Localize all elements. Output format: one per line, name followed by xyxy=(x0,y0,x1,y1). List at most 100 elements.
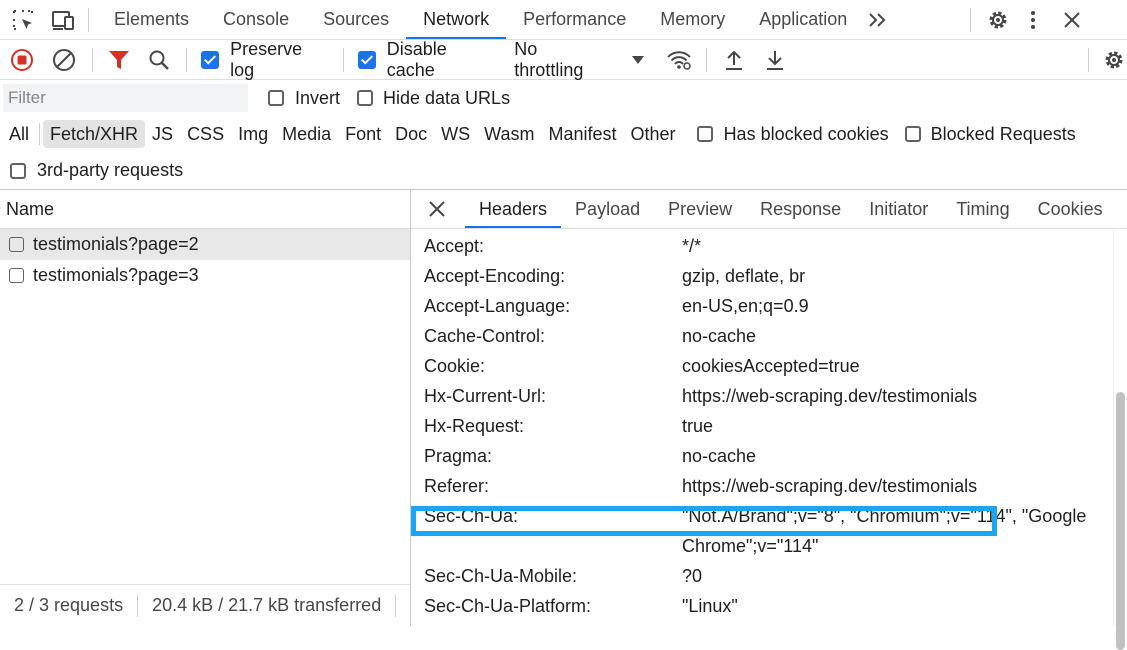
filter-funnel-icon[interactable] xyxy=(107,48,131,72)
header-row: Accept-Language: en-US,en;q=0.9 xyxy=(411,291,1112,321)
header-row: Accept: */* xyxy=(411,231,1112,261)
type-css[interactable]: CSS xyxy=(180,120,231,148)
header-name: Sec-Ch-Ua-Platform: xyxy=(424,596,592,616)
header-value: https://web-scraping.dev/testimonials xyxy=(682,386,978,406)
close-detail-icon[interactable] xyxy=(427,199,447,219)
request-name: testimonials?page=3 xyxy=(33,265,199,285)
tab-timing[interactable]: Timing xyxy=(942,190,1023,228)
header-row: Cache-Control: no-cache xyxy=(411,321,1112,351)
blocked-requests-label: Blocked Requests xyxy=(930,123,1076,144)
tab-preview[interactable]: Preview xyxy=(654,190,746,228)
type-all[interactable]: All xyxy=(2,120,36,148)
request-headers-list: Accept: */* Accept-Encoding: gzip, deflate… xyxy=(411,231,1112,621)
header-row: Accept-Encoding: gzip, deflate, br xyxy=(411,261,1112,291)
type-ws[interactable]: WS xyxy=(434,120,477,148)
request-checkbox[interactable] xyxy=(9,268,24,283)
preserve-log-label: Preserve log xyxy=(230,38,303,80)
type-img[interactable]: Img xyxy=(231,120,275,148)
tab-console[interactable]: Console xyxy=(206,0,306,39)
request-row[interactable]: testimonials?page=2 xyxy=(0,229,410,260)
header-name: Referer: xyxy=(424,476,490,496)
settings-gear-icon[interactable] xyxy=(985,7,1011,33)
devtools-tab-bar: Elements Console Sources Network Perform… xyxy=(0,0,1127,40)
hide-data-urls-label: Hide data URLs xyxy=(383,88,511,108)
preserve-log-checkbox[interactable] xyxy=(201,50,220,69)
more-tabs-icon[interactable] xyxy=(866,8,890,32)
divider xyxy=(1088,47,1090,72)
tab-network[interactable]: Network xyxy=(406,0,507,39)
type-other[interactable]: Other xyxy=(624,120,683,148)
clear-icon[interactable] xyxy=(52,48,76,72)
device-toolbar-icon[interactable] xyxy=(50,7,76,33)
resource-type-filters: All Fetch/XHR JS CSS Img Media Font Doc … xyxy=(0,116,1127,152)
request-checkbox[interactable] xyxy=(9,237,24,252)
import-har-icon[interactable] xyxy=(723,48,745,72)
network-toolbar: Preserve log Disable cache No throttling xyxy=(0,38,1127,81)
name-column-header[interactable]: Name xyxy=(0,190,410,229)
tab-initiator[interactable]: Initiator xyxy=(855,190,942,228)
request-row[interactable]: testimonials?page=3 xyxy=(0,260,410,291)
tab-sources[interactable]: Sources xyxy=(306,0,406,39)
tab-cookies[interactable]: Cookies xyxy=(1024,190,1117,228)
divider xyxy=(92,47,93,72)
tab-headers[interactable]: Headers xyxy=(465,190,562,228)
transfer-size: 20.4 kB / 21.7 kB transferred xyxy=(152,595,382,615)
tab-payload[interactable]: Payload xyxy=(561,190,654,228)
header-value: cookiesAccepted=true xyxy=(682,356,860,376)
type-doc[interactable]: Doc xyxy=(388,120,434,148)
header-value: no-cache xyxy=(682,446,757,466)
search-icon[interactable] xyxy=(147,48,171,72)
header-value: https://web-scraping.dev/testimonials xyxy=(682,476,978,496)
network-conditions-icon[interactable] xyxy=(666,48,692,72)
tab-application[interactable]: Application xyxy=(742,0,864,39)
header-row: Hx-Request: true xyxy=(411,411,1112,441)
stop-recording-icon[interactable] xyxy=(10,48,34,72)
has-blocked-cookies-checkbox[interactable] xyxy=(696,126,713,142)
export-har-icon[interactable] xyxy=(765,48,787,72)
dropdown-arrow-icon[interactable] xyxy=(630,48,646,72)
tab-elements[interactable]: Elements xyxy=(97,0,206,39)
type-manifest[interactable]: Manifest xyxy=(542,120,624,148)
network-settings-gear-icon[interactable] xyxy=(1101,47,1127,73)
hide-data-urls-checkbox[interactable] xyxy=(357,90,373,106)
header-name: Hx-Current-Url: xyxy=(424,386,547,406)
type-media[interactable]: Media xyxy=(275,120,338,148)
header-name: Cache-Control: xyxy=(424,326,546,346)
element-picker-icon[interactable] xyxy=(10,7,36,33)
type-font[interactable]: Font xyxy=(338,120,388,148)
request-list-panel: Name testimonials?page=2 testimonials?pa… xyxy=(0,190,411,626)
headers-scrollbar[interactable] xyxy=(1113,230,1127,650)
third-party-label: 3rd-party requests xyxy=(37,160,184,180)
blocked-requests-checkbox[interactable] xyxy=(904,126,921,142)
header-row: Hx-Current-Url: https://web-scraping.dev/… xyxy=(411,381,1112,411)
header-row: Sec-Ch-Ua-Platform: "Linux" xyxy=(411,591,1112,621)
invert-checkbox[interactable] xyxy=(268,90,284,106)
scrollbar-thumb[interactable] xyxy=(1116,392,1125,650)
highlight-annotation-box xyxy=(411,506,997,536)
disable-cache-checkbox[interactable] xyxy=(357,50,376,69)
tab-response[interactable]: Response xyxy=(746,190,855,228)
type-fetch-xhr[interactable]: Fetch/XHR xyxy=(43,120,146,148)
type-js[interactable]: JS xyxy=(145,120,180,148)
header-row-referer: Referer: https://web-scraping.dev/testimo… xyxy=(411,471,1112,501)
request-name: testimonials?page=2 xyxy=(33,234,199,254)
header-value: true xyxy=(682,416,714,436)
more-options-icon[interactable] xyxy=(1027,7,1039,33)
header-value: ?0 xyxy=(682,566,703,586)
header-name: Accept-Language: xyxy=(424,296,571,316)
tab-memory[interactable]: Memory xyxy=(643,0,742,39)
filter-input[interactable] xyxy=(3,84,248,112)
tab-performance[interactable]: Performance xyxy=(506,0,643,39)
header-value: "Linux" xyxy=(682,596,738,616)
throttling-select[interactable]: No throttling xyxy=(514,39,610,81)
divider xyxy=(342,47,344,72)
close-icon[interactable] xyxy=(1061,7,1083,33)
header-row: Pragma: no-cache xyxy=(411,441,1112,471)
disable-cache-label: Disable cache xyxy=(386,38,447,80)
header-name: Accept: xyxy=(424,236,485,256)
third-party-checkbox[interactable] xyxy=(10,162,26,179)
type-wasm[interactable]: Wasm xyxy=(477,120,541,148)
header-name: Hx-Request: xyxy=(424,416,525,436)
header-value: en-US,en;q=0.9 xyxy=(682,296,809,316)
divider xyxy=(705,47,707,72)
